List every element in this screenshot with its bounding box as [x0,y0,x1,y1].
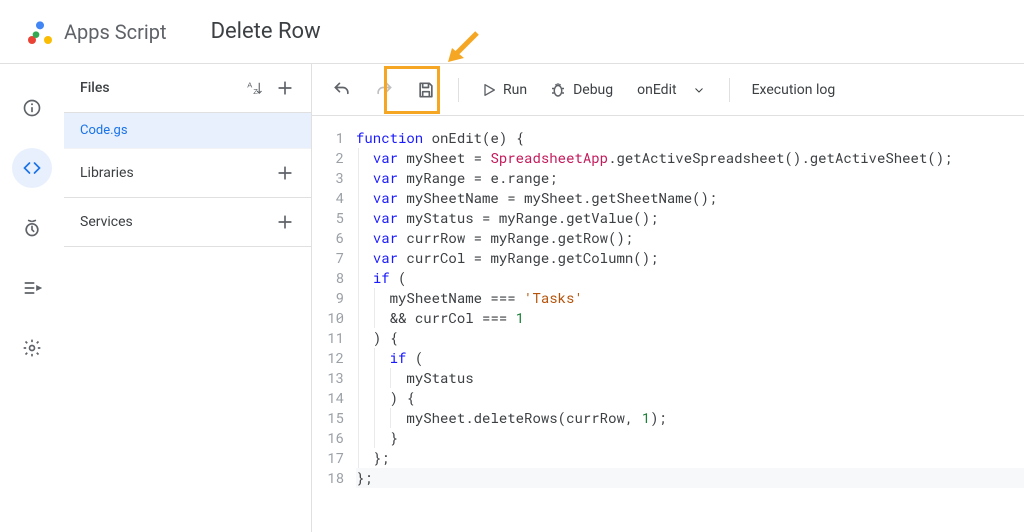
file-item-code[interactable]: Code.gs [64,113,311,149]
redo-icon [374,80,394,100]
play-icon [481,82,497,98]
top-header: Apps Script Delete Row [0,0,1024,64]
code-line[interactable]: if ( [356,268,1024,288]
run-label: Run [503,82,527,98]
info-icon [22,98,42,118]
redo-button[interactable] [366,72,402,108]
plus-icon [275,163,295,183]
services-label: Services [80,214,133,230]
debug-icon [549,81,567,99]
svg-text:A: A [247,80,252,89]
code-content[interactable]: function onEdit(e) { var mySheet = Sprea… [356,128,1024,532]
left-rail [0,64,64,532]
gear-icon [22,338,42,358]
toolbar-divider [729,78,730,102]
libraries-section[interactable]: Libraries [64,149,311,198]
function-select-value: onEdit [637,82,676,98]
debug-button[interactable]: Debug [541,72,621,108]
function-select[interactable]: onEdit [627,82,714,98]
files-header: Files AZ [64,64,311,113]
rail-executions[interactable] [12,268,52,308]
rail-editor[interactable] [12,148,52,188]
code-line[interactable]: mySheet.deleteRows(currRow, 1); [356,408,1024,428]
code-line[interactable]: var myStatus = myRange.getValue(); [356,208,1024,228]
toolbar-divider [458,78,459,102]
files-title: Files [80,80,110,96]
product-name: Apps Script [64,20,167,44]
code-editor[interactable]: 123456789101112131415161718 function onE… [312,116,1024,532]
undo-icon [332,80,352,100]
add-service-button[interactable] [275,212,295,232]
code-line[interactable]: mySheetName === 'Tasks' [356,288,1024,308]
line-number-gutter: 123456789101112131415161718 [312,128,356,532]
services-section[interactable]: Services [64,198,311,247]
code-line[interactable]: var currRow = myRange.getRow(); [356,228,1024,248]
libraries-label: Libraries [80,165,134,181]
code-line[interactable]: && currCol === 1 [356,308,1024,328]
project-title[interactable]: Delete Row [211,19,321,44]
code-line[interactable]: ) { [356,388,1024,408]
execution-log-label: Execution log [752,82,836,98]
code-icon [22,158,42,178]
code-line[interactable]: var myRange = e.range; [356,168,1024,188]
editor-toolbar: Run Debug onEdit Execution log [312,64,1024,116]
undo-button[interactable] [324,72,360,108]
code-line[interactable]: myStatus [356,368,1024,388]
product-logo[interactable]: Apps Script [24,16,167,48]
code-line[interactable]: if ( [356,348,1024,368]
apps-script-icon [24,16,56,48]
code-line[interactable]: var currCol = myRange.getColumn(); [356,248,1024,268]
sort-button[interactable]: AZ [245,79,263,97]
editor-area: Run Debug onEdit Execution log 123456789… [312,64,1024,532]
rail-settings[interactable] [12,328,52,368]
executions-icon [22,278,42,298]
add-library-button[interactable] [275,163,295,183]
plus-icon [275,212,295,232]
plus-icon [275,78,295,98]
code-line[interactable]: var mySheet = SpreadsheetApp.getActiveSp… [356,148,1024,168]
rail-triggers[interactable] [12,208,52,248]
execution-log-button[interactable]: Execution log [744,72,844,108]
code-line[interactable]: function onEdit(e) { [356,128,1024,148]
run-button[interactable]: Run [473,72,535,108]
save-button[interactable] [408,72,444,108]
clock-icon [22,218,42,238]
code-line[interactable]: ) { [356,328,1024,348]
code-line[interactable]: }; [356,468,1024,488]
code-line[interactable]: }; [356,448,1024,468]
chevron-down-icon [693,84,705,96]
debug-label: Debug [573,82,613,98]
add-file-button[interactable] [275,78,295,98]
sort-az-icon: AZ [245,79,263,97]
code-line[interactable]: } [356,428,1024,448]
rail-overview[interactable] [12,88,52,128]
files-panel: Files AZ Code.gs Libraries Services [64,64,312,532]
code-line[interactable]: var mySheetName = mySheet.getSheetName()… [356,188,1024,208]
save-icon [416,80,436,100]
